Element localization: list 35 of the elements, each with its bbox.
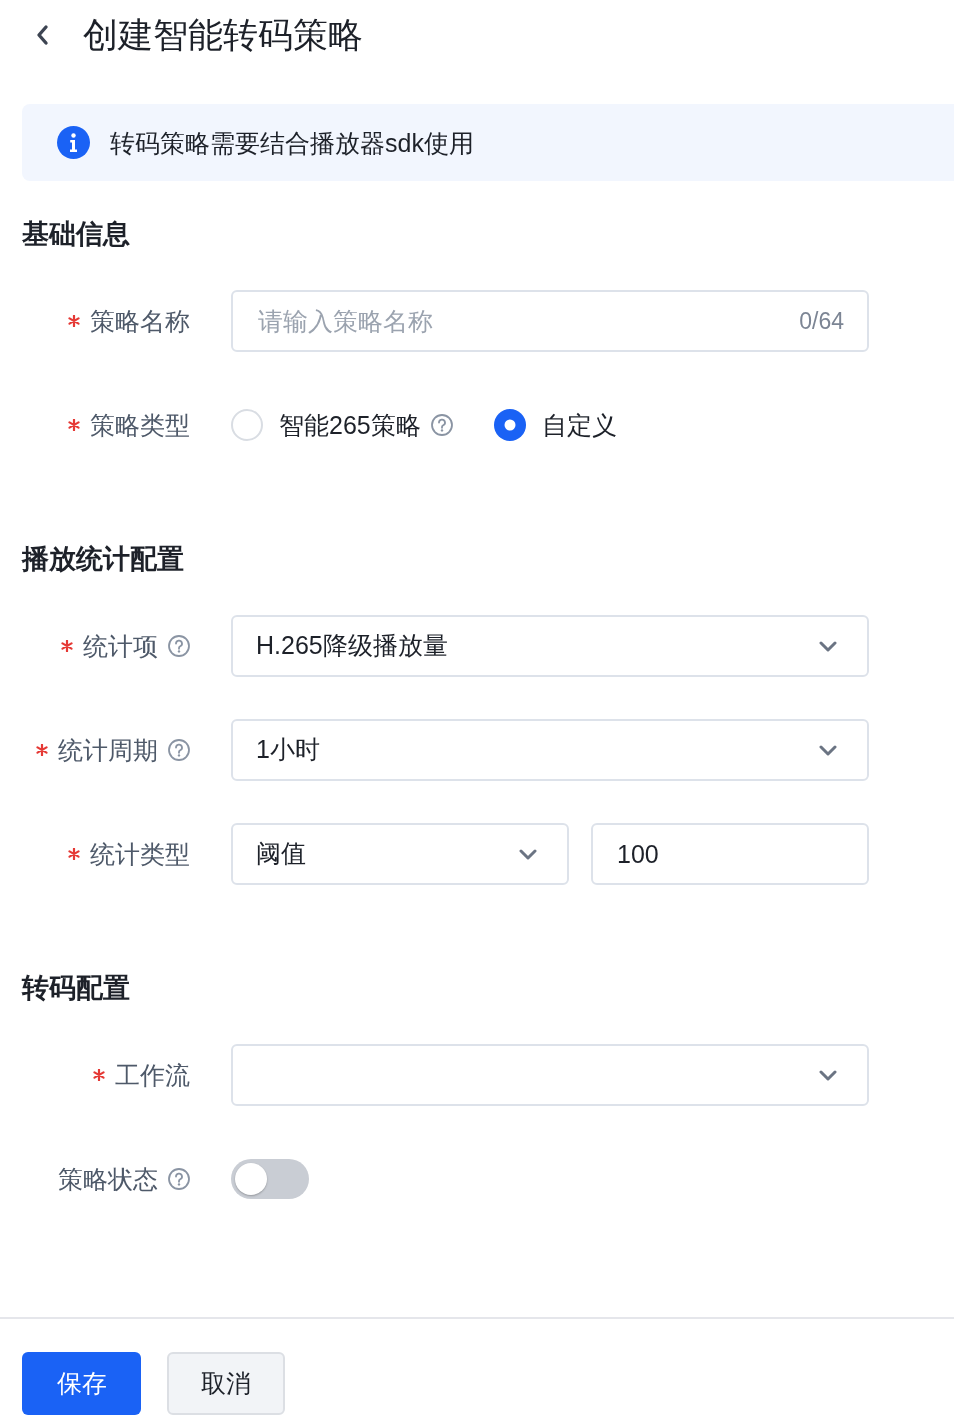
field-label: 策略状态 bbox=[58, 1164, 158, 1195]
chevron-left-icon bbox=[35, 24, 49, 46]
radio-button[interactable] bbox=[231, 409, 263, 441]
save-button[interactable]: 保存 bbox=[22, 1352, 141, 1415]
chevron-down-icon bbox=[819, 640, 837, 652]
input-field[interactable]: 100 bbox=[591, 823, 869, 885]
select-field[interactable]: H.265降级播放量 bbox=[231, 615, 869, 677]
help-icon[interactable] bbox=[430, 414, 453, 436]
help-icon[interactable] bbox=[168, 635, 190, 657]
field-label: 策略类型 bbox=[90, 410, 190, 441]
radio-label[interactable]: 智能265策略 bbox=[279, 409, 421, 441]
radio-label[interactable]: 自定义 bbox=[541, 409, 617, 441]
field-label: 统计周期 bbox=[58, 735, 158, 766]
chevron-down-icon bbox=[519, 848, 537, 860]
info-text: 转码策略需要结合播放器sdk使用 bbox=[110, 127, 474, 159]
select-field[interactable]: 1小时 bbox=[231, 719, 869, 781]
field-label: 工作流 bbox=[115, 1060, 190, 1091]
section-title: 基础信息 bbox=[22, 218, 131, 251]
select-field[interactable] bbox=[231, 1044, 869, 1106]
field-label: 统计项 bbox=[83, 631, 158, 662]
page-title: 创建智能转码策略 bbox=[83, 15, 363, 55]
select-field[interactable]: 阈值 bbox=[231, 823, 569, 885]
field-label: 统计类型 bbox=[90, 839, 190, 870]
chevron-down-icon bbox=[819, 744, 837, 756]
section-title: 播放统计配置 bbox=[22, 543, 185, 576]
info-icon bbox=[57, 126, 90, 159]
toggle-switch[interactable] bbox=[231, 1159, 309, 1199]
radio-button[interactable] bbox=[493, 409, 526, 441]
character-counter: 0/64 bbox=[799, 307, 844, 336]
chevron-down-icon bbox=[819, 1069, 837, 1081]
section-title: 转码配置 bbox=[22, 972, 131, 1005]
help-icon[interactable] bbox=[168, 739, 190, 761]
help-icon[interactable] bbox=[168, 1168, 190, 1190]
cancel-button[interactable]: 取消 bbox=[167, 1352, 285, 1415]
field-label: 策略名称 bbox=[90, 306, 190, 337]
